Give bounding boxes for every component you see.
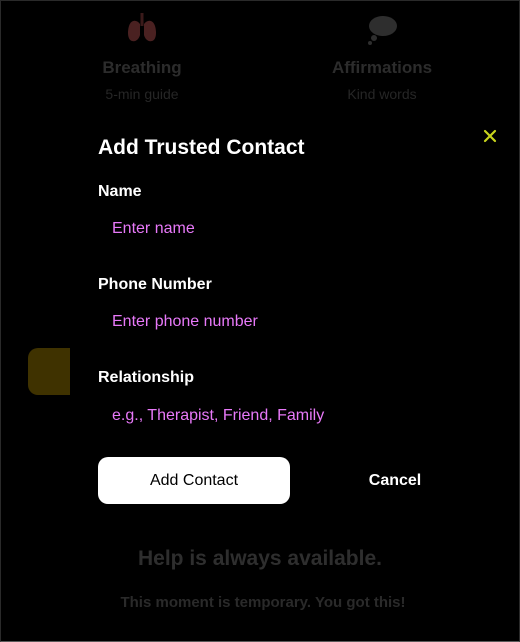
- name-label: Name: [98, 183, 142, 200]
- app-screen: Breathing 5-min guide Affirmations Kind …: [0, 0, 520, 642]
- affirmations-title: Affirmations: [331, 58, 433, 77]
- name-input[interactable]: [98, 212, 418, 246]
- lungs-icon: [128, 13, 156, 42]
- relationship-input[interactable]: [98, 399, 418, 433]
- breathing-card: Breathing 5-min guide: [42, 10, 242, 102]
- relationship-label: Relationship: [98, 369, 195, 386]
- breathing-subtitle: 5-min guide: [105, 86, 179, 102]
- breathing-title: Breathing: [102, 58, 182, 77]
- background-side-tab: [28, 348, 70, 395]
- modal-title: Add Trusted Contact: [98, 136, 305, 159]
- thought-bubble-icon: [368, 16, 397, 45]
- close-button[interactable]: [481, 127, 499, 145]
- cancel-button[interactable]: Cancel: [300, 457, 490, 504]
- add-contact-button[interactable]: Add Contact: [98, 457, 290, 504]
- affirmations-subtitle: Kind words: [347, 86, 417, 102]
- affirmations-card: Affirmations Kind words: [282, 10, 482, 102]
- close-icon: [483, 129, 497, 143]
- help-available-text: Help is always available.: [138, 547, 382, 570]
- phone-input[interactable]: [98, 305, 418, 339]
- temporary-moment-text: This moment is temporary. You got this!: [120, 594, 406, 611]
- phone-label: Phone Number: [98, 276, 212, 293]
